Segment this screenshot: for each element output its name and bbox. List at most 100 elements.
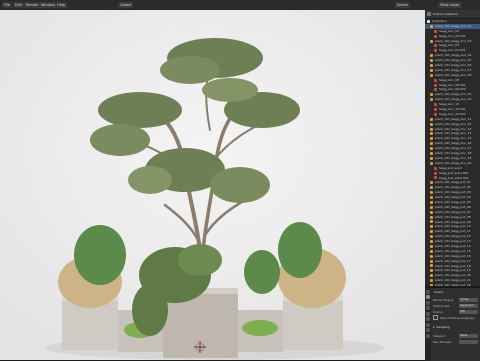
object-icon — [430, 142, 433, 146]
render-engine-dropdown[interactable]: Cycles — [459, 297, 478, 302]
outliner-tree: Collection plant_191_Sagg_Anc_02 Sagg_Anc_… — [425, 19, 480, 286]
collection-icon — [427, 19, 430, 23]
outliner-panel: Scene Collection Collection plant_191_Sag… — [425, 10, 480, 286]
object-icon — [430, 235, 433, 239]
object-icon — [430, 151, 433, 155]
modifier-tab-icon[interactable] — [426, 328, 430, 332]
object-icon — [430, 39, 433, 43]
feature-set-label: Feature Set — [433, 303, 450, 308]
object-icon — [430, 225, 433, 229]
object-icon — [430, 24, 433, 28]
mesh-icon — [434, 49, 437, 53]
osl-label: Open Shading Language — [440, 315, 475, 320]
chevron-down-icon: ▾ — [433, 324, 435, 329]
object-icon — [430, 215, 433, 219]
menu-help[interactable]: Help — [55, 2, 68, 8]
mesh-icon — [434, 88, 437, 92]
object-icon — [430, 220, 433, 224]
menu-edit[interactable]: Edit — [13, 2, 24, 8]
scene-tab-icon[interactable] — [426, 311, 430, 316]
mesh-icon — [434, 78, 437, 82]
object-icon — [430, 259, 433, 263]
mesh-icon — [434, 176, 437, 180]
feature-set-row: Feature Set Supported — [433, 303, 478, 308]
mesh-icon — [434, 103, 437, 107]
object-icon — [430, 254, 433, 258]
plant-scene-render — [0, 10, 425, 360]
world-tab-icon[interactable] — [426, 317, 430, 321]
object-icon — [430, 181, 433, 185]
menu-file[interactable]: File — [2, 2, 13, 8]
object-icon — [430, 279, 433, 283]
object-icon — [430, 249, 433, 253]
view-layer-selector[interactable]: View Layer — [438, 2, 462, 8]
mesh-icon — [434, 107, 437, 111]
object-icon — [430, 73, 433, 77]
device-dropdown[interactable]: CPU — [459, 309, 478, 314]
properties-panel: Scene Render Engine Cycles Feature Set S… — [425, 287, 480, 361]
mesh-icon — [434, 44, 437, 48]
object-icon — [430, 230, 433, 234]
object-icon — [430, 68, 433, 72]
feature-set-dropdown[interactable]: Supported — [459, 303, 478, 308]
viewport-sampling-label: Viewport — [433, 333, 446, 338]
object-tab-icon[interactable] — [426, 322, 430, 327]
mesh-icon — [434, 166, 437, 170]
object-icon — [430, 284, 433, 286]
object-icon — [430, 156, 433, 160]
mesh-icon — [434, 29, 437, 33]
object-icon — [430, 240, 433, 244]
render-engine-label: Render Engine — [433, 297, 454, 302]
max-samples-label: Max Samples — [433, 339, 452, 344]
viewport-sampling-row: Viewport Noise Threshold — [433, 333, 478, 338]
tool-tab-icon[interactable] — [426, 289, 430, 294]
sampling-panel-header[interactable]: ▾ Sampling — [433, 324, 478, 329]
osl-row: Open Shading Language — [433, 315, 478, 320]
object-icon — [430, 274, 433, 278]
object-icon — [430, 93, 433, 97]
outliner-title: Scene Collection — [433, 12, 458, 16]
object-icon — [430, 196, 433, 199]
object-icon — [430, 191, 433, 195]
outliner-row-label: plant_191_Sagg_pot_22 — [435, 283, 471, 286]
max-samples-field[interactable] — [459, 339, 478, 344]
view-layer-tab-icon[interactable] — [426, 306, 430, 310]
object-icon — [430, 117, 433, 121]
3d-viewport[interactable]: Options User Perspective (1) Collection — [0, 10, 425, 360]
object-icon — [430, 54, 433, 58]
object-icon — [430, 205, 433, 209]
render-tab-icon[interactable] — [426, 295, 430, 299]
noise-threshold-field[interactable]: Noise Threshold — [459, 333, 478, 338]
device-row: Device CPU — [433, 309, 478, 314]
sampling-label: Sampling — [436, 324, 450, 329]
object-icon — [430, 59, 433, 63]
properties-title: Scene — [434, 290, 444, 294]
render-engine-row: Render Engine Cycles — [433, 297, 478, 302]
object-icon — [430, 147, 433, 151]
properties-tabs — [425, 288, 431, 361]
object-icon — [430, 244, 433, 248]
mesh-icon — [434, 112, 437, 116]
mesh-icon — [434, 171, 437, 175]
outliner-header: Scene Collection — [425, 10, 480, 19]
material-tab-icon[interactable] — [426, 333, 430, 338]
object-icon — [430, 210, 433, 214]
mesh-icon — [434, 83, 437, 87]
mesh-icon — [434, 34, 437, 38]
osl-checkbox[interactable] — [433, 315, 438, 320]
object-icon — [430, 98, 433, 102]
outliner-row[interactable]: plant_191_Sagg_pot_22 — [425, 283, 480, 286]
object-icon — [430, 127, 433, 131]
object-icon — [430, 264, 433, 268]
object-icon — [430, 63, 433, 67]
output-tab-icon[interactable] — [426, 300, 430, 305]
device-label: Device — [433, 309, 443, 314]
object-icon — [430, 186, 433, 190]
object-icon — [430, 269, 433, 273]
outliner-filter-icon[interactable] — [427, 12, 431, 16]
object-icon — [430, 132, 433, 136]
scene-selector[interactable]: Scene — [395, 2, 410, 8]
orientation-dropdown[interactable]: Global — [118, 2, 134, 8]
max-samples-row: Max Samples — [433, 339, 478, 344]
object-icon — [430, 161, 433, 165]
